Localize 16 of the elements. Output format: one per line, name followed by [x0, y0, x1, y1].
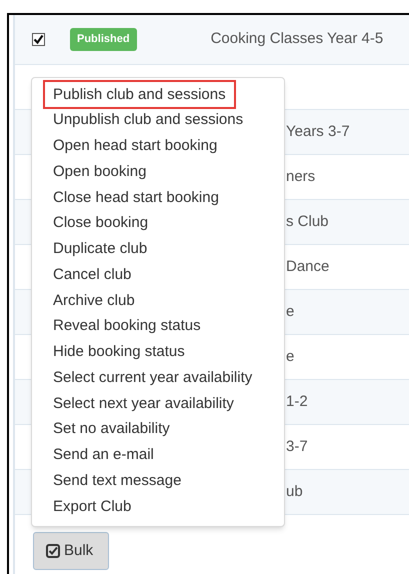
checkbox[interactable] — [32, 33, 45, 46]
status-badge: Published — [70, 28, 137, 51]
club-title: s Club — [286, 212, 329, 232]
club-title: 1-2 — [286, 392, 308, 412]
checked-square-icon — [46, 544, 60, 558]
club-title: e — [286, 346, 294, 367]
club-title: ub — [286, 482, 303, 502]
club-title: 3-7 — [286, 436, 308, 457]
club-title: Cooking Classes Year 4-5 — [210, 29, 384, 50]
check-icon — [33, 34, 44, 45]
club-title: ners — [286, 166, 316, 187]
menu-item[interactable]: Publish club and sessions — [43, 80, 236, 110]
club-title: Years 3-7 — [286, 122, 350, 142]
bulk-button[interactable]: Bulk — [33, 532, 109, 570]
club-title: e — [286, 302, 294, 322]
club-title: Dance — [286, 256, 330, 277]
